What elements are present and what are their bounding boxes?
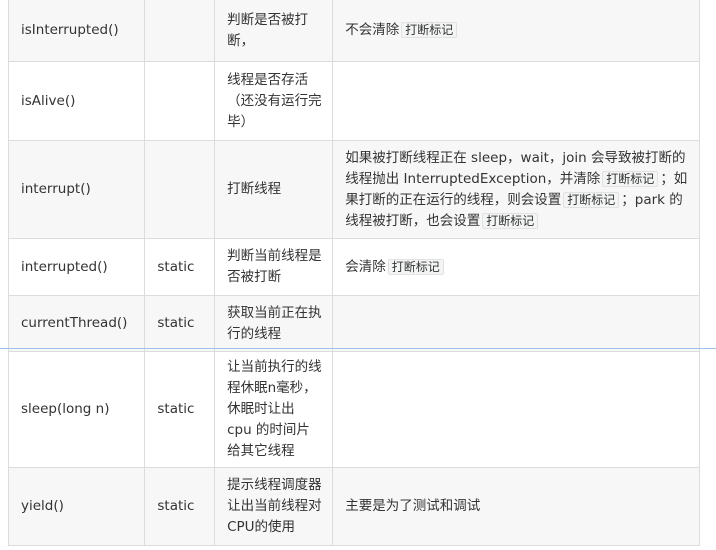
static-modifier xyxy=(144,61,216,141)
note-text: 会清除 xyxy=(345,258,386,275)
method-note: 如果被打断线程正在 sleep，wait，join 会导致被打断的线程抛出 In… xyxy=(332,140,700,239)
table-row: isInterrupted() 判断是否被打断， 不会清除 打断标记 xyxy=(7,0,700,62)
inline-code: 打断标记 xyxy=(387,258,444,275)
static-modifier xyxy=(144,0,216,62)
method-name: interrupt() xyxy=(7,140,146,239)
static-modifier: static xyxy=(144,238,216,296)
inline-code: 打断标记 xyxy=(401,22,458,38)
method-note: 会清除 打断标记 xyxy=(332,238,700,296)
method-description: 判断当前线程是否被打断 xyxy=(214,238,334,296)
method-note: 主要是为了测试和调试 xyxy=(332,467,700,546)
method-description: 获取当前正在执行的线程 xyxy=(214,295,334,352)
page-divider xyxy=(0,348,716,349)
table-row: sleep(long n) static 让当前执行的线程休眠n毫秒，休眠时让出… xyxy=(7,351,700,468)
method-note: 不会清除 打断标记 xyxy=(332,0,700,62)
method-description: 线程是否存活（还没有运行完毕） xyxy=(214,61,334,141)
table-row: interrupt() 打断线程 如果被打断线程正在 sleep，wait，jo… xyxy=(7,140,700,239)
method-description: 判断是否被打断， xyxy=(214,0,334,62)
inline-code: 打断标记 xyxy=(482,212,539,229)
table-row: isAlive() 线程是否存活（还没有运行完毕） xyxy=(7,61,700,141)
static-modifier: static xyxy=(144,467,216,546)
method-note xyxy=(332,351,700,468)
method-name: isInterrupted() xyxy=(7,0,146,62)
thread-methods-table: isInterrupted() 判断是否被打断， 不会清除 打断标记 isAliv… xyxy=(7,0,700,546)
inline-code: 打断标记 xyxy=(602,170,659,187)
method-name: sleep(long n) xyxy=(7,351,146,468)
table-row: interrupted() static 判断当前线程是否被打断 会清除 打断标记 xyxy=(7,238,700,296)
method-description: 打断线程 xyxy=(214,140,334,239)
static-modifier: static xyxy=(144,351,216,468)
table-row: currentThread() static 获取当前正在执行的线程 xyxy=(7,295,700,352)
method-name: currentThread() xyxy=(7,295,146,352)
method-description: 让当前执行的线程休眠n毫秒，休眠时让出 cpu 的时间片给其它线程 xyxy=(214,351,334,468)
note-text: 不会清除 xyxy=(345,22,400,38)
static-modifier xyxy=(144,140,216,239)
method-name: isAlive() xyxy=(7,61,146,141)
note-text: 主要是为了测试和调试 xyxy=(345,498,481,514)
method-name: interrupted() xyxy=(7,238,146,296)
method-name: yield() xyxy=(7,467,146,546)
method-description: 提示线程调度器让出当前线程对CPU的使用 xyxy=(214,467,334,546)
inline-code: 打断标记 xyxy=(563,191,620,208)
method-note xyxy=(332,295,700,352)
method-note xyxy=(332,61,700,141)
table-row: yield() static 提示线程调度器让出当前线程对CPU的使用 主要是为… xyxy=(7,467,700,546)
static-modifier: static xyxy=(144,295,216,352)
